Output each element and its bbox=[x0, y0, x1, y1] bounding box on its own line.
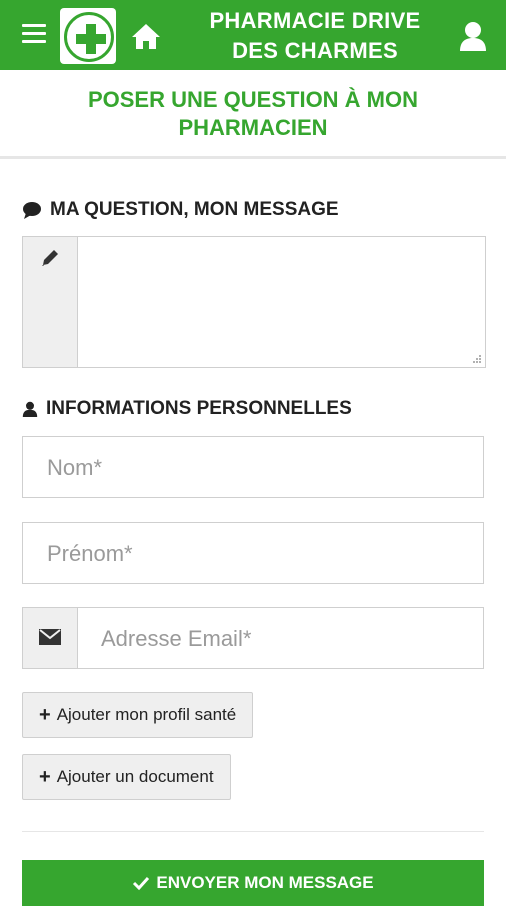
check-icon bbox=[133, 876, 150, 891]
personal-section-title: INFORMATIONS PERSONNELLES bbox=[46, 398, 352, 419]
question-section-title: MA QUESTION, MON MESSAGE bbox=[50, 199, 339, 220]
app-title: PHARMACIE DRIVE DES CHARMES bbox=[180, 6, 450, 66]
send-message-button[interactable]: ENVOYER MON MESSAGE bbox=[22, 860, 484, 906]
envelope-icon bbox=[39, 629, 61, 645]
message-addon bbox=[23, 237, 78, 367]
add-document-label: Ajouter un document bbox=[56, 767, 214, 786]
menu-icon[interactable] bbox=[22, 24, 46, 44]
question-section-heading: MA QUESTION, MON MESSAGE bbox=[22, 197, 339, 223]
page-title-bar: POSER UNE QUESTION À MON PHARMACIEN bbox=[0, 70, 506, 159]
divider bbox=[22, 831, 484, 832]
add-document-button[interactable]: + Ajouter un document bbox=[22, 754, 231, 800]
prenom-input[interactable] bbox=[45, 523, 469, 585]
personal-section-heading: INFORMATIONS PERSONNELLES bbox=[22, 396, 352, 422]
app-title-line1: PHARMACIE DRIVE bbox=[209, 8, 421, 33]
comment-icon bbox=[23, 202, 41, 219]
pharmacy-logo[interactable] bbox=[60, 8, 116, 64]
email-field-wrapper bbox=[22, 607, 484, 670]
pencil-icon bbox=[42, 250, 58, 266]
plus-icon: + bbox=[39, 765, 51, 788]
add-profile-label: Ajouter mon profil santé bbox=[56, 705, 237, 724]
user-icon[interactable] bbox=[457, 20, 489, 52]
page-title-line1: POSER UNE QUESTION À MON bbox=[87, 87, 419, 112]
page-title: POSER UNE QUESTION À MON PHARMACIEN bbox=[20, 86, 486, 142]
nom-input[interactable] bbox=[45, 437, 469, 499]
nom-field-wrapper bbox=[22, 436, 484, 499]
resize-grip-icon[interactable] bbox=[472, 354, 482, 364]
home-icon[interactable] bbox=[130, 22, 162, 50]
plus-icon: + bbox=[39, 703, 51, 726]
app-header: PHARMACIE DRIVE DES CHARMES bbox=[0, 0, 506, 70]
message-textarea[interactable] bbox=[79, 237, 483, 363]
add-profile-button[interactable]: + Ajouter mon profil santé bbox=[22, 692, 254, 738]
prenom-field-wrapper bbox=[22, 522, 484, 585]
email-addon bbox=[23, 608, 78, 668]
user-icon bbox=[22, 401, 38, 417]
pharmacy-cross-logo bbox=[64, 12, 114, 62]
page-title-line2: PHARMACIEN bbox=[178, 115, 328, 140]
message-box bbox=[22, 236, 486, 368]
email-input[interactable] bbox=[99, 608, 473, 670]
send-message-label: ENVOYER MON MESSAGE bbox=[156, 873, 374, 892]
app-title-line2: DES CHARMES bbox=[232, 38, 398, 63]
